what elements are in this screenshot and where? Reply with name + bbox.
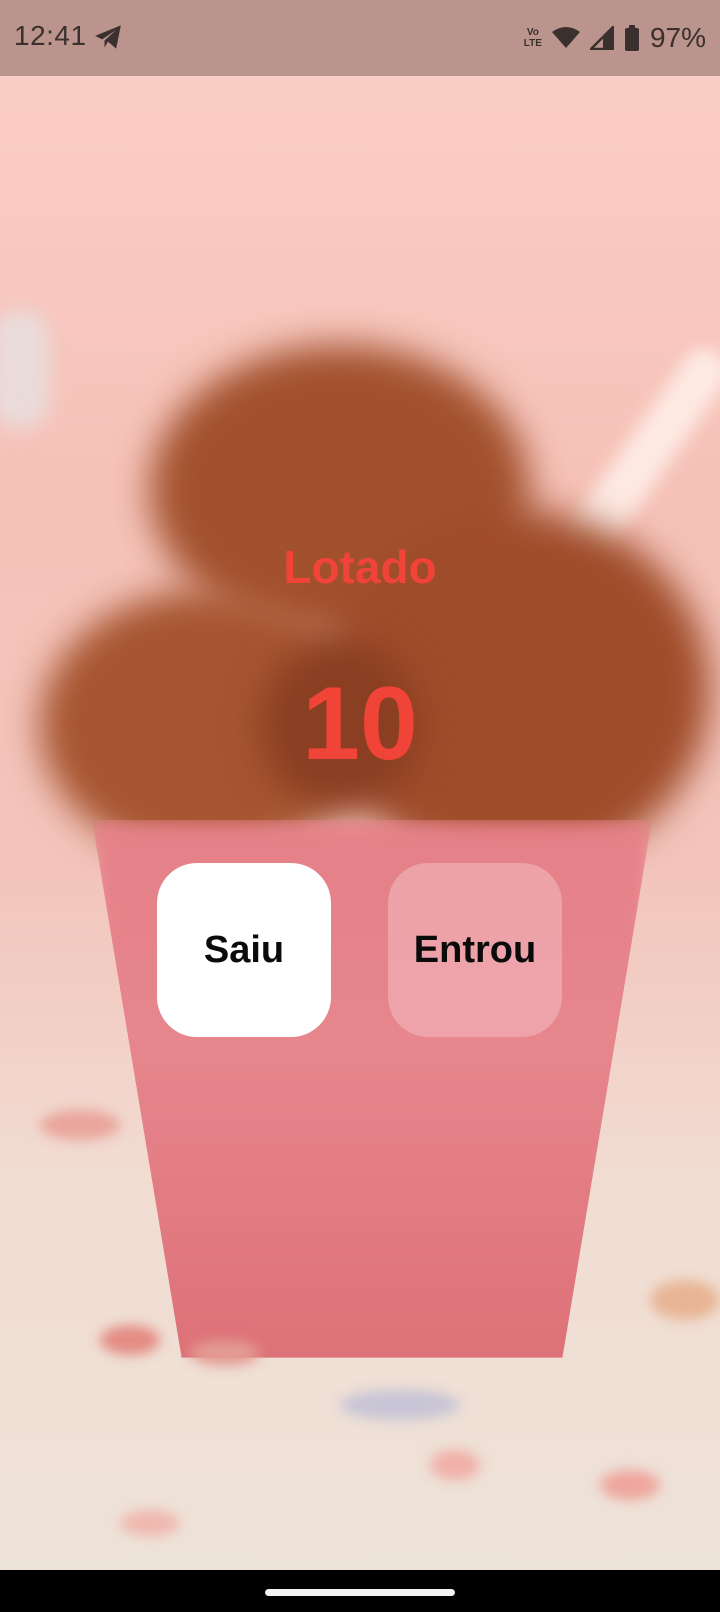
signal-icon [589,26,614,50]
screen: 12:41 Vo LTE 97% Lotado 10 Saiu Entrou [0,0,720,1612]
status-bar: 12:41 Vo LTE 97% [0,0,720,76]
occupancy-status: Lotado [283,541,437,593]
wifi-icon [551,27,580,48]
volte-icon: Vo LTE [523,27,542,49]
people-counter: 10 [302,666,418,782]
clock-time: 12:41 [14,20,87,51]
enter-button[interactable]: Entrou [388,863,562,1037]
battery-icon [624,25,639,51]
status-icons: Vo LTE 97% [524,18,706,58]
background-image [0,0,720,1570]
exit-button[interactable]: Saiu [157,863,331,1037]
telegram-icon [95,25,121,49]
battery-percent: 97% [649,22,706,53]
home-indicator[interactable] [265,1589,455,1596]
navigation-bar [0,1570,720,1612]
